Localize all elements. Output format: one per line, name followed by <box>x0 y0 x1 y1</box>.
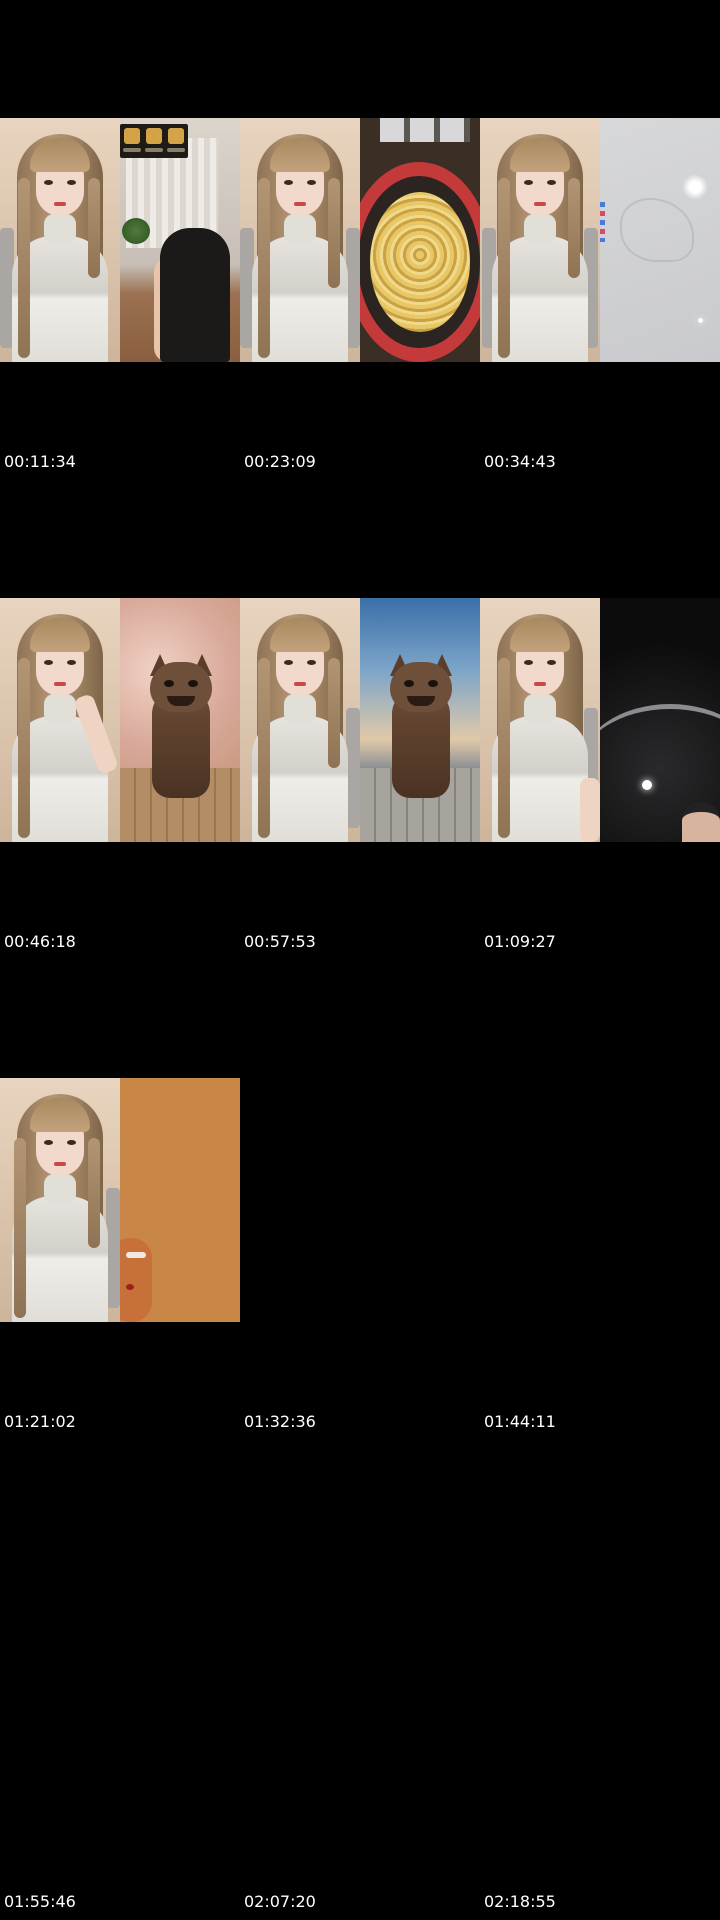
hair-strand <box>18 658 30 838</box>
lips <box>534 682 546 686</box>
light-glare <box>682 174 708 200</box>
eye <box>307 660 316 665</box>
hair-strand <box>328 658 340 768</box>
person-figure <box>160 228 230 362</box>
frame-person-5 <box>240 598 360 842</box>
plant <box>122 218 150 244</box>
eye <box>67 1140 76 1145</box>
mascot-eye <box>126 1252 146 1258</box>
hair-strand <box>498 178 510 358</box>
timestamp: 00:34:43 <box>484 452 556 471</box>
lips <box>54 682 66 686</box>
eye <box>67 660 76 665</box>
frame-ramen <box>360 118 480 362</box>
cat-eye <box>164 680 174 687</box>
cat-eye <box>188 680 198 687</box>
eye <box>307 180 316 185</box>
gift-icons-panel <box>120 124 188 158</box>
chair <box>346 228 360 348</box>
gift-icon <box>168 128 184 144</box>
timestamp: 02:07:20 <box>244 1892 316 1911</box>
frame-orange-mascot <box>120 1078 240 1322</box>
eye <box>284 180 293 185</box>
timestamp: 02:18:55 <box>484 1892 556 1911</box>
lips <box>54 202 66 206</box>
chair <box>346 708 360 828</box>
eye <box>524 660 533 665</box>
neck <box>44 214 76 244</box>
eye <box>284 660 293 665</box>
eye <box>44 1140 53 1145</box>
frame-cat-2 <box>360 598 480 842</box>
hair-strand <box>18 178 30 358</box>
lips <box>54 1162 66 1166</box>
frame-person-7 <box>0 1078 120 1322</box>
frame-person-4 <box>0 598 120 842</box>
neck <box>284 694 316 724</box>
cups <box>380 118 470 142</box>
timestamp: 01:21:02 <box>4 1412 76 1431</box>
mascot <box>120 1238 152 1322</box>
frame-person-1 <box>0 118 120 362</box>
chair <box>106 1188 120 1308</box>
marker-dots <box>600 202 605 242</box>
mascot-mouth <box>126 1284 134 1290</box>
frame-person-3 <box>480 118 600 362</box>
hair-strand <box>258 658 270 838</box>
arm <box>580 778 600 842</box>
frame-cat-1 <box>120 598 240 842</box>
light-dot <box>698 318 703 323</box>
neck <box>524 214 556 244</box>
gift-icon <box>124 128 140 144</box>
timestamp: 00:11:34 <box>4 452 76 471</box>
handwriting <box>620 198 694 262</box>
eye <box>547 660 556 665</box>
gift-caption <box>145 148 163 152</box>
eye <box>44 180 53 185</box>
cat-eye <box>404 680 414 687</box>
timestamp: 01:09:27 <box>484 932 556 951</box>
light-dot <box>642 780 652 790</box>
hair-strand <box>328 178 340 288</box>
timestamp: 00:46:18 <box>4 932 76 951</box>
hair-strand <box>88 1138 100 1248</box>
neck <box>524 694 556 724</box>
eye <box>44 660 53 665</box>
lips <box>294 682 306 686</box>
eye <box>547 180 556 185</box>
frame-whiteboard <box>600 118 720 362</box>
timestamp: 00:57:53 <box>244 932 316 951</box>
timestamp: 01:32:36 <box>244 1412 316 1431</box>
timestamp: 00:23:09 <box>244 452 316 471</box>
timestamp: 01:55:46 <box>4 1892 76 1911</box>
gift-caption <box>123 148 141 152</box>
hair-strand <box>258 178 270 358</box>
neck <box>44 694 76 724</box>
lips <box>534 202 546 206</box>
lips <box>294 202 306 206</box>
neck <box>44 1174 76 1204</box>
face <box>682 802 720 842</box>
cat-eye <box>428 680 438 687</box>
gift-caption <box>167 148 185 152</box>
hair-strand <box>568 178 580 278</box>
frame-person-6 <box>480 598 600 842</box>
hair-strand <box>14 1138 26 1318</box>
neck <box>284 214 316 244</box>
eye <box>524 180 533 185</box>
frame-room <box>120 118 240 362</box>
hair-strand <box>498 658 510 838</box>
hair-strand <box>88 178 100 278</box>
noodles <box>370 192 470 332</box>
timestamp: 01:44:11 <box>484 1412 556 1431</box>
frame-dark-room <box>600 598 720 842</box>
frame-person-2 <box>240 118 360 362</box>
gift-icon <box>146 128 162 144</box>
eye <box>67 180 76 185</box>
